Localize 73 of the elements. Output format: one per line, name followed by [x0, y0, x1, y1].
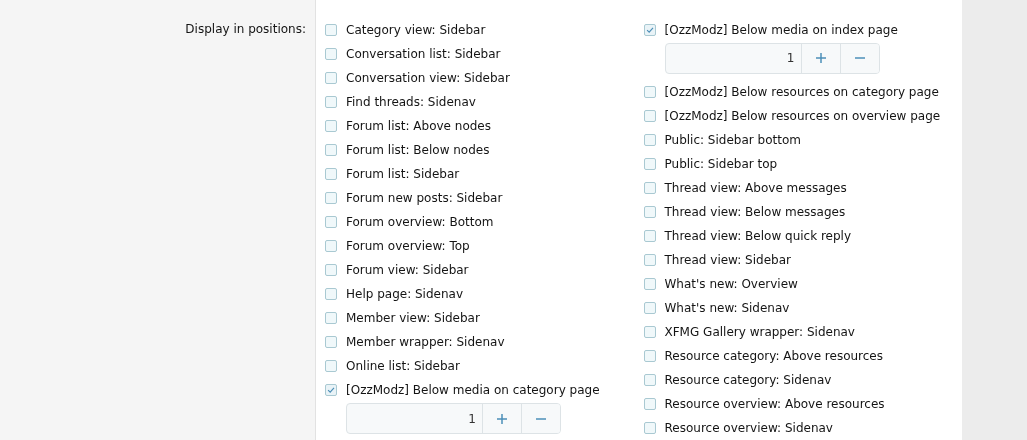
checkbox[interactable]: [325, 96, 337, 109]
checkbox[interactable]: [643, 181, 656, 194]
checkbox-label[interactable]: What's new: Sidenav: [664, 300, 790, 315]
checkbox[interactable]: [325, 288, 337, 301]
checkbox[interactable]: [643, 350, 656, 362]
checkbox-label[interactable]: [OzzModz] Below media on category page: [346, 383, 600, 398]
checkbox-label[interactable]: Forum list: Sidebar: [346, 167, 460, 182]
checkbox[interactable]: [643, 374, 656, 386]
checkbox[interactable]: [325, 216, 337, 229]
checkbox-label[interactable]: Member view: Sidebar: [346, 311, 480, 326]
checkbox-label[interactable]: Help page: Sidenav: [346, 287, 463, 302]
checkbox-label[interactable]: Forum list: Below nodes: [346, 143, 490, 158]
checkbox[interactable]: [325, 120, 337, 133]
checkbox[interactable]: [643, 398, 656, 410]
checkbox-label[interactable]: Online list: Sidebar: [346, 359, 460, 374]
checkbox[interactable]: [643, 24, 656, 36]
decrement-button[interactable]: [839, 44, 879, 73]
checkbox-label[interactable]: Find threads: Sidenav: [346, 95, 476, 110]
checkbox-label[interactable]: Resource overview: Above resources: [664, 397, 885, 411]
checkbox[interactable]: [325, 144, 337, 157]
plus-icon: [496, 412, 508, 425]
checkbox[interactable]: [643, 205, 656, 218]
checkbox[interactable]: [325, 384, 337, 397]
checkbox-label[interactable]: What's new: Overview: [664, 276, 798, 291]
number-stepper[interactable]: 1: [346, 403, 561, 435]
checkbox-label[interactable]: Forum view: Sidebar: [346, 263, 469, 278]
checkbox[interactable]: [643, 325, 656, 338]
checkbox[interactable]: [643, 229, 656, 242]
checkbox-label[interactable]: Thread view: Above messages: [664, 180, 847, 195]
number-field[interactable]: 1: [665, 44, 801, 73]
checkbox-label[interactable]: Forum new posts: Sidebar: [346, 191, 503, 206]
checkbox[interactable]: [325, 72, 337, 85]
checkbox-label[interactable]: Forum list: Above nodes: [346, 119, 491, 134]
checkbox[interactable]: [643, 277, 656, 290]
checkbox-label[interactable]: [OzzModz] Below resources on category page: [664, 84, 939, 99]
checkbox-label[interactable]: Category view: Sidebar: [346, 23, 486, 37]
checkbox[interactable]: [325, 240, 337, 253]
checkbox-label[interactable]: Resource category: Sidenav: [664, 373, 832, 387]
checkbox-label[interactable]: Conversation list: Sidebar: [346, 47, 501, 61]
plus-icon: [814, 52, 827, 65]
checkbox[interactable]: [325, 48, 337, 60]
checkbox[interactable]: [325, 24, 337, 36]
checkbox[interactable]: [643, 85, 656, 98]
checkbox[interactable]: [643, 109, 656, 122]
checkbox[interactable]: [325, 312, 337, 325]
checkbox-label[interactable]: Forum overview: Top: [346, 239, 470, 254]
checkbox-label[interactable]: Public: Sidebar top: [664, 156, 778, 171]
checkbox[interactable]: [643, 253, 656, 266]
checkbox-label[interactable]: Thread view: Below messages: [664, 204, 846, 219]
checkbox[interactable]: [643, 133, 656, 146]
checkbox-label[interactable]: Thread view: Sidebar: [664, 252, 791, 267]
checkbox[interactable]: [643, 157, 656, 170]
field-label: Display in positions:: [185, 22, 306, 36]
checkbox-label[interactable]: Public: Sidebar bottom: [664, 132, 801, 147]
checkbox-label[interactable]: Resource category: Above resources: [664, 349, 883, 363]
checkbox[interactable]: [643, 301, 656, 314]
checkbox[interactable]: [325, 192, 337, 205]
checkbox-label[interactable]: XFMG Gallery wrapper: Sidenav: [664, 324, 855, 339]
decrement-button[interactable]: [521, 404, 560, 434]
checkbox-label[interactable]: [OzzModz] Below media on index page: [664, 23, 898, 37]
checkbox-label[interactable]: [OzzModz] Below resources on overview page: [664, 108, 941, 123]
checkbox[interactable]: [325, 360, 337, 373]
checkbox[interactable]: [325, 168, 337, 181]
checkbox[interactable]: [325, 336, 337, 349]
checkbox[interactable]: [643, 422, 656, 435]
checkbox-label[interactable]: Resource overview: Sidenav: [664, 421, 833, 436]
checkbox-label[interactable]: Member wrapper: Sidenav: [346, 335, 505, 350]
checkbox-label[interactable]: Thread view: Below quick reply: [664, 228, 852, 243]
number-stepper[interactable]: 1: [664, 43, 880, 74]
checkbox-label[interactable]: Conversation view: Sidebar: [346, 71, 510, 86]
checkbox[interactable]: [325, 264, 337, 277]
number-field[interactable]: 1: [347, 404, 482, 434]
checkbox-label[interactable]: Forum overview: Bottom: [346, 215, 494, 230]
